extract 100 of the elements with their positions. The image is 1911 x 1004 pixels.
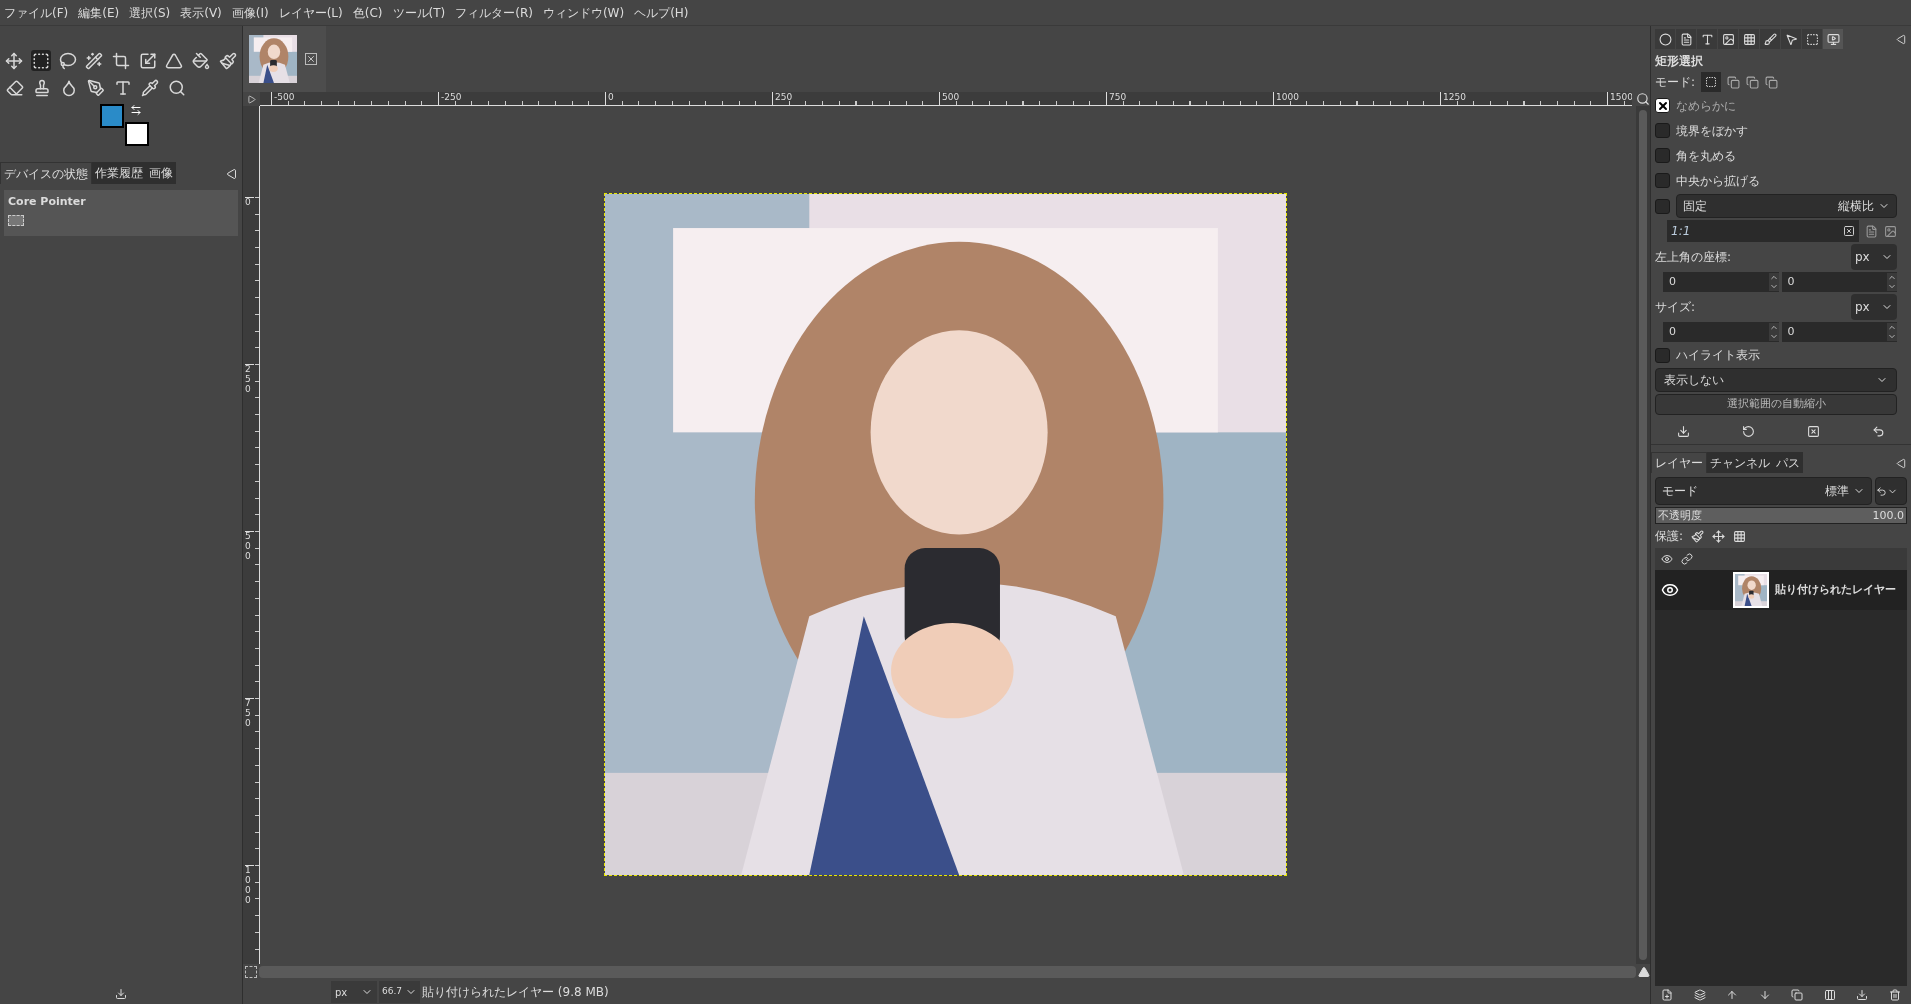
unit-dropdown[interactable]: px [1851, 244, 1897, 270]
dock-menu-icon[interactable] [1896, 458, 1907, 469]
dock-tab[interactable]: チャンネル [1707, 452, 1773, 473]
auto-shrink-button[interactable]: 選択範囲の自動縮小 [1655, 394, 1897, 415]
swap-colors-icon[interactable] [130, 104, 142, 116]
merge-icon[interactable] [1823, 989, 1836, 1001]
checkbox[interactable] [1655, 347, 1670, 363]
opacity-slider[interactable]: 不透明度 100.0 [1655, 507, 1907, 524]
grid-icon[interactable] [1739, 29, 1759, 49]
triangle-icon[interactable] [1638, 966, 1650, 978]
zoom-dropdown[interactable]: 66.7 [379, 981, 421, 1003]
export-icon[interactable] [115, 988, 127, 1000]
raise-icon[interactable] [1726, 989, 1739, 1001]
unit-dropdown[interactable]: px [331, 981, 377, 1003]
foreground-color-swatch[interactable] [100, 104, 124, 128]
landscape-icon[interactable] [1884, 224, 1897, 238]
eraser-icon[interactable] [4, 77, 25, 98]
delete-icon[interactable] [1807, 425, 1820, 438]
cross-icon [1656, 99, 1669, 112]
lock-position-icon[interactable] [1712, 529, 1726, 543]
zoom-icon[interactable] [1636, 92, 1650, 106]
layer-mode-dropdown[interactable]: モード 標準 [1655, 477, 1872, 505]
checkbox[interactable] [1655, 173, 1670, 188]
menu-item[interactable]: 画像(I) [231, 3, 269, 22]
lasso-icon[interactable] [57, 50, 78, 71]
close-icon[interactable] [305, 53, 317, 65]
guides-dropdown[interactable]: 表示しない [1655, 368, 1897, 392]
display-icon[interactable] [1823, 29, 1843, 49]
fixed-dropdown[interactable]: 固定 縦横比 [1676, 194, 1897, 218]
clear-icon[interactable] [1843, 225, 1855, 237]
chevron-down-icon [1768, 332, 1779, 341]
menu-item[interactable]: ファイル(F) [4, 3, 69, 22]
font-icon[interactable] [1697, 29, 1717, 49]
y-spinbox[interactable]: 0 [1781, 322, 1897, 342]
pipette-icon[interactable] [139, 77, 160, 98]
ruler-label: 1000 [245, 865, 254, 906]
replace-mode-icon[interactable] [1701, 72, 1722, 92]
dock-tab[interactable]: 画像 [146, 162, 176, 184]
menu-item[interactable]: ウィンドウ(W) [542, 3, 625, 22]
composite-dropdown[interactable] [1875, 477, 1907, 505]
ratio-field[interactable]: 1:1 [1667, 220, 1859, 242]
checkbox[interactable] [1655, 98, 1670, 113]
brush-icon[interactable] [1760, 29, 1780, 49]
tool-title: 矩形選択 [1655, 53, 1704, 70]
subtract-mode-icon[interactable] [1746, 75, 1760, 89]
menu-item[interactable]: 編集(E) [78, 3, 120, 22]
delete-icon[interactable] [1888, 989, 1901, 1001]
option-label: ハイライト表示 [1676, 347, 1760, 364]
image-tab[interactable] [243, 26, 326, 92]
reset-icon[interactable] [1872, 425, 1885, 438]
device-name: Core Pointer [8, 194, 87, 210]
checkbox[interactable] [1655, 123, 1670, 138]
status-message: 貼り付けられたレイヤー (9.8 MB) [422, 984, 609, 1001]
x-spinbox[interactable]: 0 [1663, 272, 1779, 292]
new-group-icon[interactable] [1693, 989, 1706, 1001]
pointer-icon[interactable] [1781, 29, 1801, 49]
field-label: 左上角の座標: [1655, 249, 1732, 266]
add-mode-icon[interactable] [1727, 75, 1741, 89]
y-spinbox[interactable]: 0 [1781, 272, 1897, 292]
portrait-icon[interactable] [1865, 224, 1878, 238]
dock-menu-icon[interactable] [1896, 33, 1907, 45]
menu-item[interactable]: フィルター(R) [455, 3, 533, 22]
unit-dropdown[interactable]: px [1851, 294, 1897, 320]
menu-item[interactable]: 表示(V) [180, 3, 222, 22]
paintbrush-icon[interactable] [217, 50, 239, 71]
vertical-scrollbar[interactable] [1636, 106, 1650, 964]
lock-alpha-icon[interactable] [1733, 529, 1747, 543]
save-options-icon[interactable] [1677, 425, 1690, 438]
checkbox[interactable] [1655, 198, 1670, 214]
crop-icon[interactable] [110, 50, 132, 71]
duplicate-icon[interactable] [1791, 989, 1804, 1001]
menu-item[interactable]: レイヤー(L) [278, 3, 343, 22]
dock-menu-icon[interactable] [226, 168, 238, 180]
brush-shape-icon[interactable] [1655, 29, 1675, 49]
menu-item[interactable]: ヘルプ(H) [634, 3, 689, 22]
checkbox[interactable] [1655, 148, 1670, 163]
move-tool-icon[interactable] [4, 50, 25, 71]
intersect-mode-icon[interactable] [1765, 75, 1779, 89]
selection-icon[interactable] [1802, 29, 1822, 49]
lower-icon[interactable] [1758, 989, 1771, 1001]
navigate-icon[interactable] [245, 966, 257, 978]
restore-icon[interactable] [1742, 425, 1755, 438]
new-layer-icon[interactable] [1661, 989, 1674, 1001]
dock-tab[interactable]: 作業履歴 [92, 162, 146, 184]
x-spinbox[interactable]: 0 [1663, 322, 1779, 342]
paint-bucket-icon[interactable] [190, 50, 212, 71]
chevron-down-icon [1887, 332, 1897, 341]
wand-icon[interactable] [84, 50, 105, 71]
lock-pixels-icon[interactable] [1691, 529, 1705, 543]
menu-item[interactable]: 選択(S) [129, 3, 171, 22]
image-icon[interactable] [1718, 29, 1738, 49]
dock-tab[interactable]: レイヤー [1651, 452, 1707, 473]
dock-tab[interactable]: デバイスの状態 [0, 162, 92, 184]
menu-item[interactable]: 色(C) [352, 3, 383, 22]
menu-item[interactable]: ツール(T) [392, 3, 446, 22]
eye-icon[interactable] [1661, 581, 1679, 599]
rectangle-select-icon[interactable] [30, 50, 52, 71]
pen-tool-icon[interactable] [85, 77, 106, 98]
dock-tab[interactable]: パス [1773, 452, 1803, 473]
background-color-swatch[interactable] [125, 122, 149, 146]
